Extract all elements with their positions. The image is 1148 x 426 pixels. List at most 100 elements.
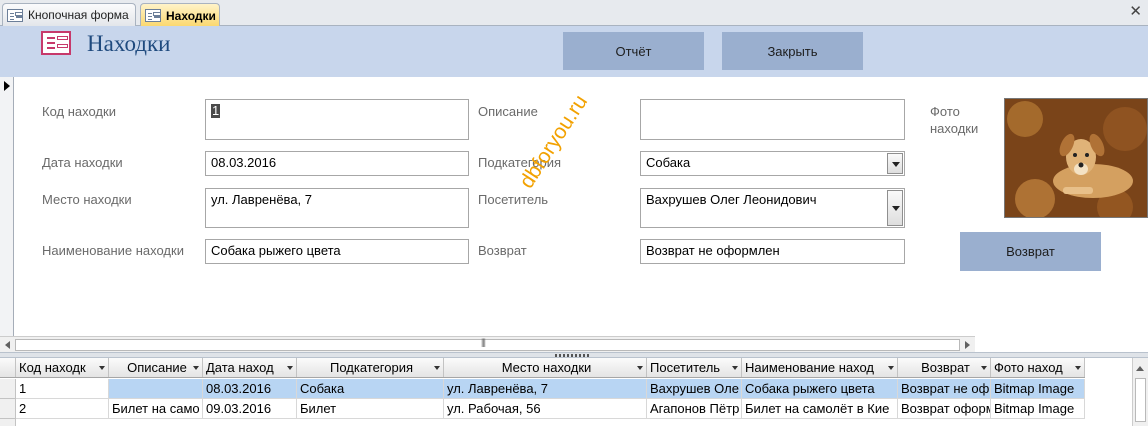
grip-handle-icon[interactable]	[555, 354, 591, 357]
column-header[interactable]: Описание	[109, 358, 203, 377]
subcategory-combo[interactable]: Собака	[640, 151, 905, 176]
table-cell[interactable]: Собака	[297, 379, 444, 398]
column-header-label: Дата наход	[206, 360, 274, 375]
chevron-down-icon[interactable]	[434, 366, 440, 370]
form-header: Находки Отчёт Закрыть	[0, 26, 1148, 77]
table-cell[interactable]: 08.03.2016	[203, 379, 297, 398]
column-header[interactable]: Место находки	[444, 358, 647, 377]
scroll-up-icon[interactable]	[1136, 366, 1144, 371]
vertical-scrollbar[interactable]	[1132, 358, 1148, 426]
chevron-down-icon[interactable]	[887, 153, 903, 174]
chevron-down-icon[interactable]	[981, 366, 987, 370]
column-header[interactable]: Подкатегория	[297, 358, 444, 377]
visitor-label: Посетитель	[478, 192, 549, 207]
table-cell[interactable]: 09.03.2016	[203, 399, 297, 418]
column-header-label: Место находки	[501, 360, 592, 375]
table-cell[interactable]: Билет на самолёт в Кие	[742, 399, 898, 418]
column-header[interactable]: Посетитель	[647, 358, 742, 377]
subcategory-value: Собака	[646, 155, 691, 170]
column-header[interactable]: Код находк	[16, 358, 109, 377]
tab-switchboard[interactable]: Кнопочная форма	[2, 3, 136, 26]
return-button[interactable]: Возврат	[960, 232, 1101, 271]
table-cell[interactable]: Вахрушев Оле	[647, 379, 742, 398]
row-selector[interactable]	[0, 379, 16, 399]
photo-label: Фото находки	[930, 104, 979, 136]
description-label: Описание	[478, 104, 538, 119]
chevron-down-icon[interactable]	[1075, 366, 1081, 370]
column-header[interactable]: Фото наход	[991, 358, 1085, 377]
table-cell[interactable]: Билет	[297, 399, 444, 418]
table-cell[interactable]: 1	[16, 379, 109, 398]
column-header-label: Подкатегория	[329, 360, 414, 375]
close-icon[interactable]: ✕	[1129, 2, 1142, 20]
table-row[interactable]: 2 Билет на само 09.03.2016 Билет ул. Раб…	[16, 399, 1085, 419]
name-field[interactable]: Собака рыжего цвета	[205, 239, 469, 264]
tab-label: Находки	[166, 8, 216, 23]
scroll-left-icon[interactable]	[2, 339, 14, 351]
record-selector[interactable]	[0, 77, 14, 337]
chevron-down-icon[interactable]	[732, 366, 738, 370]
description-field[interactable]	[640, 99, 905, 140]
place-field[interactable]: ул. Лавренёва, 7	[205, 188, 469, 228]
dog-photo[interactable]	[1004, 98, 1148, 218]
visitor-value: Вахрушев Олег Леонидович	[646, 192, 817, 207]
name-label: Наименование находки	[42, 243, 184, 258]
column-header[interactable]: Дата наход	[203, 358, 297, 377]
table-cell[interactable]: Возврат оформ	[898, 399, 991, 418]
date-field[interactable]: 08.03.2016	[205, 151, 469, 176]
table-row[interactable]: 1 08.03.2016 Собака ул. Лавренёва, 7 Вах…	[16, 379, 1085, 399]
column-header[interactable]: Наименование наход	[742, 358, 898, 377]
horizontal-scrollbar[interactable]	[0, 336, 975, 352]
row-selector[interactable]	[0, 419, 16, 426]
dog-photo-icon	[1005, 99, 1147, 217]
report-button[interactable]: Отчёт	[563, 32, 704, 70]
form-icon	[7, 8, 23, 22]
column-header[interactable]: Возврат	[898, 358, 991, 377]
chevron-down-icon[interactable]	[99, 366, 105, 370]
table-cell[interactable]: ул. Лавренёва, 7	[444, 379, 647, 398]
row-selector[interactable]	[0, 399, 16, 419]
code-value: 1	[211, 103, 221, 118]
table-cell[interactable]	[109, 379, 203, 398]
chevron-down-icon[interactable]	[888, 366, 894, 370]
form-icon	[145, 9, 161, 22]
document-tab-bar: Кнопочная форма Находки ✕	[0, 0, 1148, 27]
table-cell[interactable]: 2	[16, 399, 109, 418]
table-cell[interactable]: Агапонов Пётр	[647, 399, 742, 418]
column-header-label: Описание	[127, 360, 187, 375]
table-cell[interactable]: ул. Рабочая, 56	[444, 399, 647, 418]
date-label: Дата находки	[42, 155, 123, 170]
page-title: Находки	[87, 31, 171, 56]
return-label: Возврат	[478, 243, 527, 258]
place-label: Место находки	[42, 192, 132, 207]
chevron-down-icon[interactable]	[887, 190, 903, 226]
column-header-label: Фото наход	[994, 360, 1063, 375]
table-cell[interactable]: Собака рыжего цвета	[742, 379, 898, 398]
close-button[interactable]: Закрыть	[722, 32, 863, 70]
code-field[interactable]: 1	[205, 99, 469, 140]
column-header-label: Наименование наход	[745, 360, 875, 375]
column-header-label: Код находк	[19, 360, 86, 375]
chevron-down-icon[interactable]	[193, 366, 199, 370]
table-cell[interactable]: Bitmap Image	[991, 399, 1085, 418]
chevron-down-icon[interactable]	[637, 366, 643, 370]
form-icon	[41, 31, 71, 55]
datasheet: Код находк Описание Дата наход Подкатего…	[0, 358, 1148, 426]
visitor-combo[interactable]: Вахрушев Олег Леонидович	[640, 188, 905, 228]
code-label: Код находки	[42, 104, 116, 119]
datasheet-header: Код находк Описание Дата наход Подкатего…	[0, 358, 1085, 378]
table-cell[interactable]: Билет на само	[109, 399, 203, 418]
scroll-right-icon[interactable]	[961, 339, 973, 351]
table-cell[interactable]: Возврат не оф	[898, 379, 991, 398]
return-field[interactable]: Возврат не оформлен	[640, 239, 905, 264]
column-header-label: Посетитель	[650, 360, 721, 375]
select-all-cell[interactable]	[0, 358, 16, 377]
table-cell[interactable]: Bitmap Image	[991, 379, 1085, 398]
scroll-thumb[interactable]	[15, 337, 960, 351]
scroll-thumb[interactable]	[1135, 378, 1146, 422]
tab-label: Кнопочная форма	[28, 8, 129, 22]
chevron-down-icon[interactable]	[287, 366, 293, 370]
tab-finds[interactable]: Находки	[140, 3, 220, 27]
current-record-arrow-icon	[4, 81, 10, 91]
column-header-label: Возврат	[921, 360, 970, 375]
